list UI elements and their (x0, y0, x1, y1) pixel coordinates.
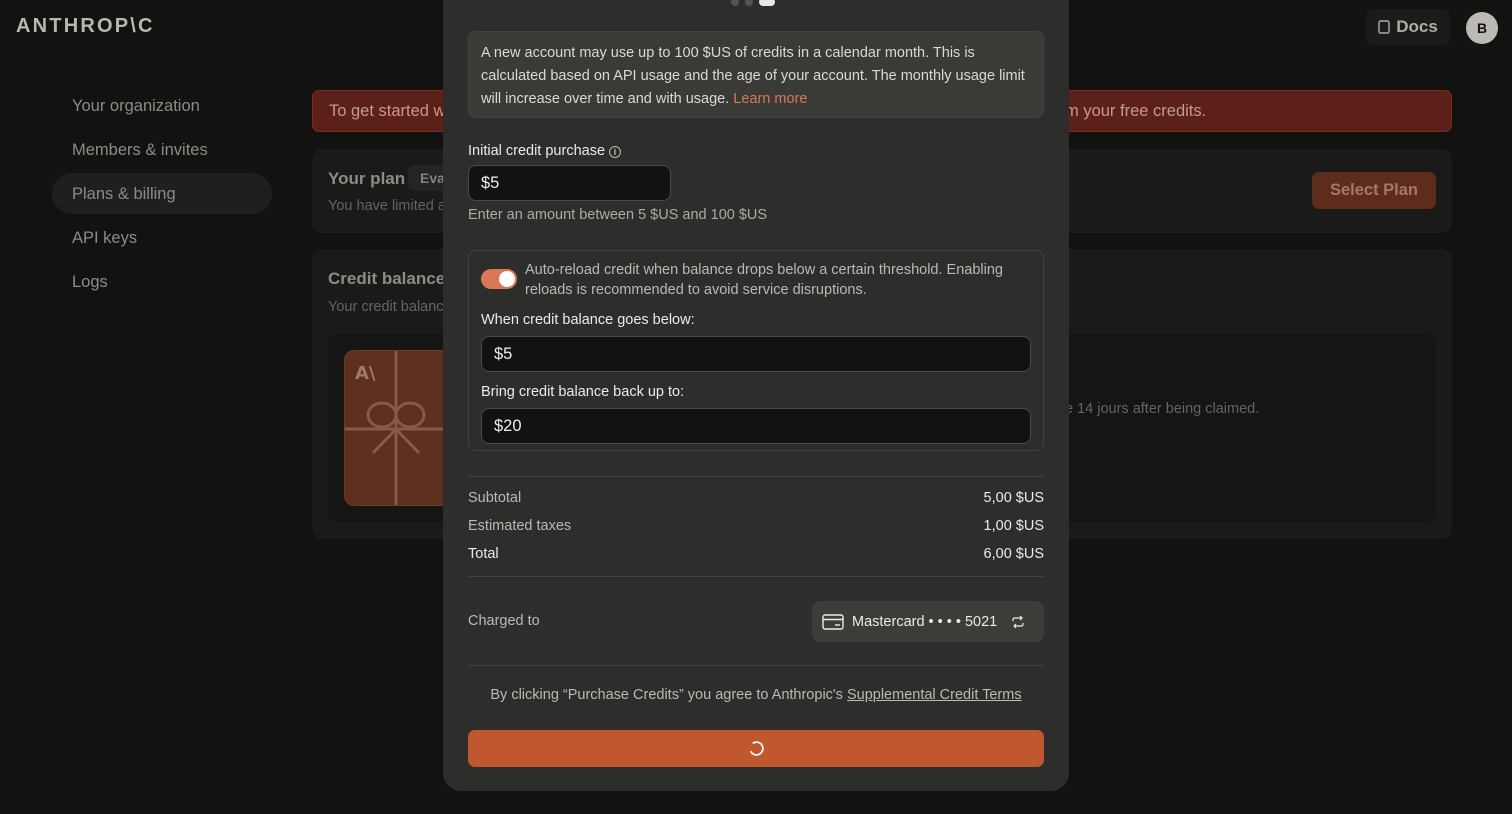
initial-credit-label-text: Initial credit purchase (468, 143, 606, 159)
taxes-label: Estimated taxes (468, 518, 572, 534)
usage-limit-info: A new account may use up to 100 $US of c… (468, 31, 1044, 118)
banner-text-left: To get started w (329, 102, 446, 120)
subtotal-value: 5,00 $US (983, 490, 1044, 506)
banner-text-right: m your free credits. (1065, 102, 1207, 120)
credit-card-icon (822, 613, 844, 630)
sidebar-item-plans-billing[interactable]: Plans & billing (72, 185, 176, 204)
book-icon (1378, 20, 1390, 34)
total-label: Total (468, 546, 499, 562)
swap-icon[interactable] (1011, 615, 1025, 629)
plan-subtitle: You have limited a (328, 198, 446, 214)
auto-reload-toggle[interactable] (481, 269, 517, 289)
threshold-label: When credit balance goes below: (481, 312, 695, 328)
learn-more-link[interactable]: Learn more (733, 91, 807, 107)
step-dot (731, 0, 739, 6)
gift-logo: A\ (355, 363, 376, 384)
loading-spinner-icon (748, 741, 764, 756)
initial-credit-hint: Enter an amount between 5 $US and 100 $U… (468, 207, 768, 223)
info-icon[interactable]: i (609, 146, 622, 158)
select-plan-button[interactable]: Select Plan (1312, 172, 1436, 209)
charged-to-label: Charged to (468, 613, 540, 629)
total-value: 6,00 $US (983, 546, 1044, 562)
anthropic-logo[interactable]: ANTHROP\C (16, 15, 155, 38)
sidebar-item-api-keys[interactable]: API keys (72, 229, 137, 248)
sidebar-item-members-invites[interactable]: Members & invites (72, 141, 208, 160)
initial-credit-label: Initial credit purchase i (468, 143, 622, 159)
docs-button[interactable]: Docs (1366, 9, 1450, 45)
divider (468, 576, 1044, 577)
taxes-value: 1,00 $US (983, 518, 1044, 534)
payment-method-selector[interactable]: Mastercard • • • • 5021 (812, 601, 1044, 642)
docs-label: Docs (1396, 17, 1438, 36)
step-indicator (731, 0, 775, 6)
purchase-credits-button[interactable] (468, 730, 1044, 767)
toggle-knob (499, 271, 515, 287)
credit-balance-title: Credit balance (328, 269, 446, 288)
divider (468, 665, 1044, 666)
sidebar-item-your-organization[interactable]: Your organization (72, 97, 200, 116)
auto-reload-section: Auto-reload credit when balance drops be… (468, 250, 1044, 451)
reload-target-label: Bring credit balance back up to: (481, 384, 685, 400)
card-label: Mastercard • • • • 5021 (852, 613, 998, 630)
initial-credit-input[interactable]: $5 (468, 165, 671, 201)
sidebar-item-logs[interactable]: Logs (72, 273, 108, 292)
step-dot (745, 0, 753, 6)
credit-balance-subtitle: Your credit balanc (328, 299, 444, 315)
subtotal-label: Subtotal (468, 490, 522, 506)
reload-target-input[interactable]: $20 (481, 408, 1031, 444)
threshold-input[interactable]: $5 (481, 336, 1031, 372)
terms-text: By clicking “Purchase Credits” you agree… (490, 687, 847, 703)
purchase-credits-modal: A new account may use up to 100 $US of c… (443, 0, 1069, 791)
plan-title: Your plan (328, 169, 406, 188)
supplemental-credit-terms-link[interactable]: Supplemental Credit Terms (847, 687, 1022, 703)
terms-notice: By clicking “Purchase Credits” you agree… (443, 687, 1069, 703)
auto-reload-description: Auto-reload credit when balance drops be… (525, 262, 1003, 298)
credit-note: e 14 jours after being claimed. (1065, 401, 1260, 417)
divider (468, 476, 1044, 477)
avatar[interactable]: B (1466, 12, 1498, 44)
step-dot-active (759, 0, 775, 6)
